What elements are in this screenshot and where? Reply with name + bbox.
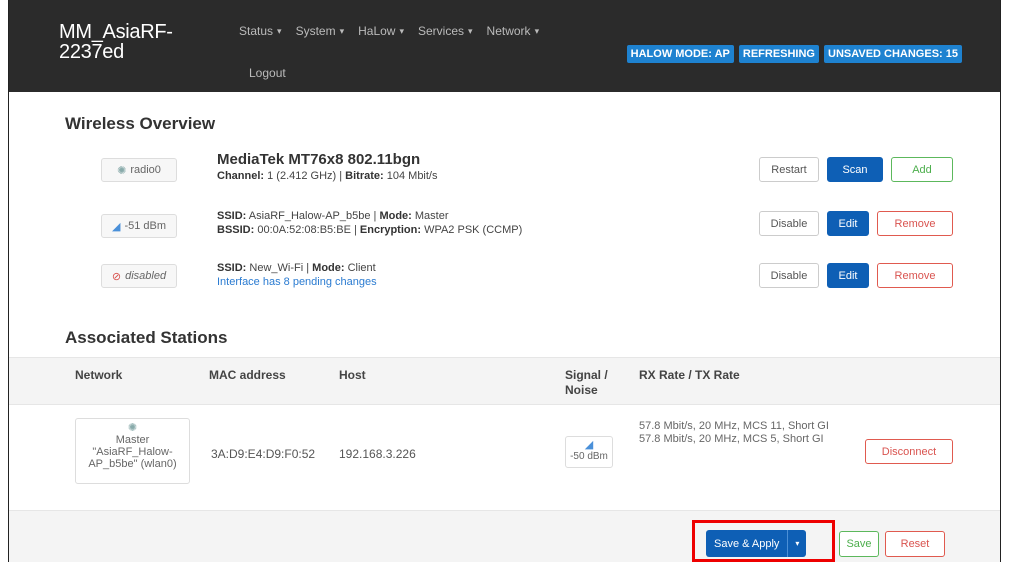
bssid-value: 00:0A:52:08:B5:BE | bbox=[254, 224, 360, 236]
stations-table-header: Network MAC address Host Signal / Noise … bbox=[9, 357, 1000, 405]
ssid-value: AsiaRF_Halow-AP_b5be | bbox=[246, 210, 380, 222]
signal-icon: ◢ bbox=[584, 439, 594, 451]
logout-link[interactable]: Logout bbox=[249, 66, 286, 80]
column-signal-noise: Signal / Noise bbox=[565, 368, 608, 397]
menu-status[interactable]: Status ▾ bbox=[239, 24, 282, 38]
network-badge: ◢ -51 dBm bbox=[101, 214, 177, 238]
menu-network-label: Network bbox=[486, 24, 531, 38]
disable-button[interactable]: Disable bbox=[759, 211, 819, 236]
save-apply-button-group: Save & Apply ▾ bbox=[706, 530, 807, 557]
restart-button[interactable]: Restart bbox=[759, 157, 819, 182]
radio-title: MediaTek MT76x8 802.11bgn bbox=[217, 151, 421, 168]
network-row: ◢ -51 dBm SSID: AsiaRF_Halow-AP_b5be | M… bbox=[9, 205, 1000, 255]
network-row: ⊘ disabled SSID: New_Wi-Fi | Mode: Clien… bbox=[9, 258, 1000, 308]
mode-label: Mode: bbox=[379, 210, 412, 222]
radio-details: Channel: 1 (2.412 GHz) | Bitrate: 104 Mb… bbox=[217, 169, 438, 183]
network-bssid-line: BSSID: 00:0A:52:08:B5:BE | Encryption: W… bbox=[217, 223, 522, 237]
wifi-icon: ✺ bbox=[117, 164, 127, 177]
chevron-down-icon: ▾ bbox=[277, 25, 282, 36]
wireless-overview-heading: Wireless Overview bbox=[65, 114, 216, 133]
top-navbar: MM_AsiaRF-2237ed Status ▾ System ▾ HaLow ▾ … bbox=[9, 0, 1000, 92]
station-signal-badge: ◢ -50 dBm bbox=[565, 436, 613, 468]
network-badge-label: disabled bbox=[125, 270, 167, 282]
ssid-value: New_Wi-Fi | bbox=[246, 262, 313, 274]
channel-value: 1 (2.412 GHz) | bbox=[264, 170, 346, 182]
radio-row: ✺ radio0 MediaTek MT76x8 802.11bgn Chann… bbox=[9, 148, 1000, 198]
column-network: Network bbox=[75, 368, 123, 382]
station-rates: 57.8 Mbit/s, 20 MHz, MCS 11, Short GI 57… bbox=[639, 420, 829, 446]
station-network-badge: ✺ Master "AsiaRF_Halow- AP_b5be" (wlan0) bbox=[75, 418, 190, 484]
column-mac: MAC address bbox=[209, 368, 286, 382]
save-apply-button[interactable]: Save & Apply bbox=[706, 530, 789, 557]
station-network-line3: AP_b5be" (wlan0) bbox=[88, 458, 177, 470]
channel-label: Channel: bbox=[217, 170, 265, 182]
halow-mode-indicator: HALOW MODE: AP bbox=[626, 45, 734, 63]
station-host: 192.168.3.226 bbox=[339, 447, 416, 461]
menu-halow[interactable]: HaLow ▾ bbox=[358, 24, 404, 38]
bssid-label: BSSID: bbox=[217, 224, 255, 236]
encryption-label: Encryption: bbox=[359, 224, 422, 236]
save-button[interactable]: Save bbox=[839, 531, 879, 557]
app-frame: MM_AsiaRF-2237ed Status ▾ System ▾ HaLow ▾ … bbox=[8, 0, 1001, 562]
network-badge: ⊘ disabled bbox=[101, 264, 177, 288]
refreshing-indicator[interactable]: REFRESHING bbox=[738, 45, 819, 63]
disconnect-button[interactable]: Disconnect bbox=[865, 439, 953, 464]
menu-services-label: Services bbox=[418, 24, 465, 38]
chevron-down-icon: ▾ bbox=[339, 25, 345, 36]
chevron-down-icon[interactable]: ▾ bbox=[788, 530, 807, 557]
bitrate-value: 104 Mbit/s bbox=[383, 170, 438, 182]
menu-services[interactable]: Services ▾ bbox=[418, 24, 473, 38]
mode-value: Master bbox=[411, 210, 449, 222]
chevron-down-icon: ▾ bbox=[468, 25, 473, 36]
unsaved-changes-indicator[interactable]: UNSAVED CHANGES: 15 bbox=[824, 45, 962, 63]
menu-network[interactable]: Network ▾ bbox=[487, 24, 540, 38]
column-host: Host bbox=[339, 368, 366, 382]
wifi-icon: ✺ bbox=[127, 422, 138, 434]
network-info: SSID: AsiaRF_Halow-AP_b5be | Mode: Maste… bbox=[217, 209, 522, 237]
station-tx-rate: 57.8 Mbit/s, 20 MHz, MCS 5, Short GI bbox=[639, 433, 824, 445]
associated-stations-heading: Associated Stations bbox=[65, 328, 228, 347]
network-badge-label: -51 dBm bbox=[124, 220, 167, 232]
signal-icon: ◢ bbox=[111, 220, 121, 233]
reset-button[interactable]: Reset bbox=[885, 531, 945, 557]
menu-status-label: Status bbox=[239, 24, 274, 38]
network-ssid-line: SSID: AsiaRF_Halow-AP_b5be | Mode: Maste… bbox=[217, 209, 522, 223]
encryption-value: WPA2 PSK (CCMP) bbox=[421, 224, 523, 236]
ssid-label: SSID: bbox=[217, 262, 247, 274]
chevron-down-icon: ▾ bbox=[534, 25, 540, 36]
column-rates: RX Rate / TX Rate bbox=[639, 368, 740, 382]
chevron-down-icon: ▾ bbox=[399, 25, 404, 36]
edit-button[interactable]: Edit bbox=[827, 263, 869, 288]
network-info: SSID: New_Wi-Fi | Mode: Client Interface… bbox=[217, 261, 377, 289]
bitrate-label: Bitrate: bbox=[345, 170, 384, 182]
disabled-icon: ⊘ bbox=[111, 270, 122, 283]
station-network-line1: Master bbox=[115, 434, 150, 446]
main-menu: Status ▾ System ▾ HaLow ▾ Services ▾ Network… bbox=[239, 24, 539, 38]
menu-system-label: System bbox=[295, 24, 336, 38]
station-mac: 3A:D9:E4:D9:F0:52 bbox=[211, 447, 316, 461]
menu-halow-label: HaLow bbox=[358, 24, 396, 38]
pending-changes-link[interactable]: Interface has 8 pending changes bbox=[217, 275, 377, 289]
station-signal-value: -50 dBm bbox=[570, 451, 608, 462]
brand-title[interactable]: MM_AsiaRF-2237ed bbox=[59, 22, 189, 62]
menu-system[interactable]: System ▾ bbox=[296, 24, 345, 38]
remove-button[interactable]: Remove bbox=[877, 211, 953, 236]
ssid-label: SSID: bbox=[217, 210, 247, 222]
network-ssid-line: SSID: New_Wi-Fi | Mode: Client bbox=[217, 261, 377, 275]
add-button[interactable]: Add bbox=[891, 157, 953, 182]
station-network-line2: "AsiaRF_Halow- bbox=[92, 446, 173, 458]
radio-badge: ✺ radio0 bbox=[101, 158, 177, 182]
mode-label: Mode: bbox=[312, 262, 345, 274]
radio-info: MediaTek MT76x8 802.11bgn Channel: 1 (2.… bbox=[217, 151, 438, 183]
edit-button[interactable]: Edit bbox=[827, 211, 869, 236]
station-rx-rate: 57.8 Mbit/s, 20 MHz, MCS 11, Short GI bbox=[639, 420, 829, 432]
scan-button[interactable]: Scan bbox=[827, 157, 883, 182]
disable-button[interactable]: Disable bbox=[759, 263, 819, 288]
remove-button[interactable]: Remove bbox=[877, 263, 953, 288]
status-indicators: HALOW MODE: AP REFRESHING UNSAVED CHANGE… bbox=[626, 45, 962, 63]
mode-value: Client bbox=[344, 262, 376, 274]
radio-badge-label: radio0 bbox=[130, 164, 161, 176]
